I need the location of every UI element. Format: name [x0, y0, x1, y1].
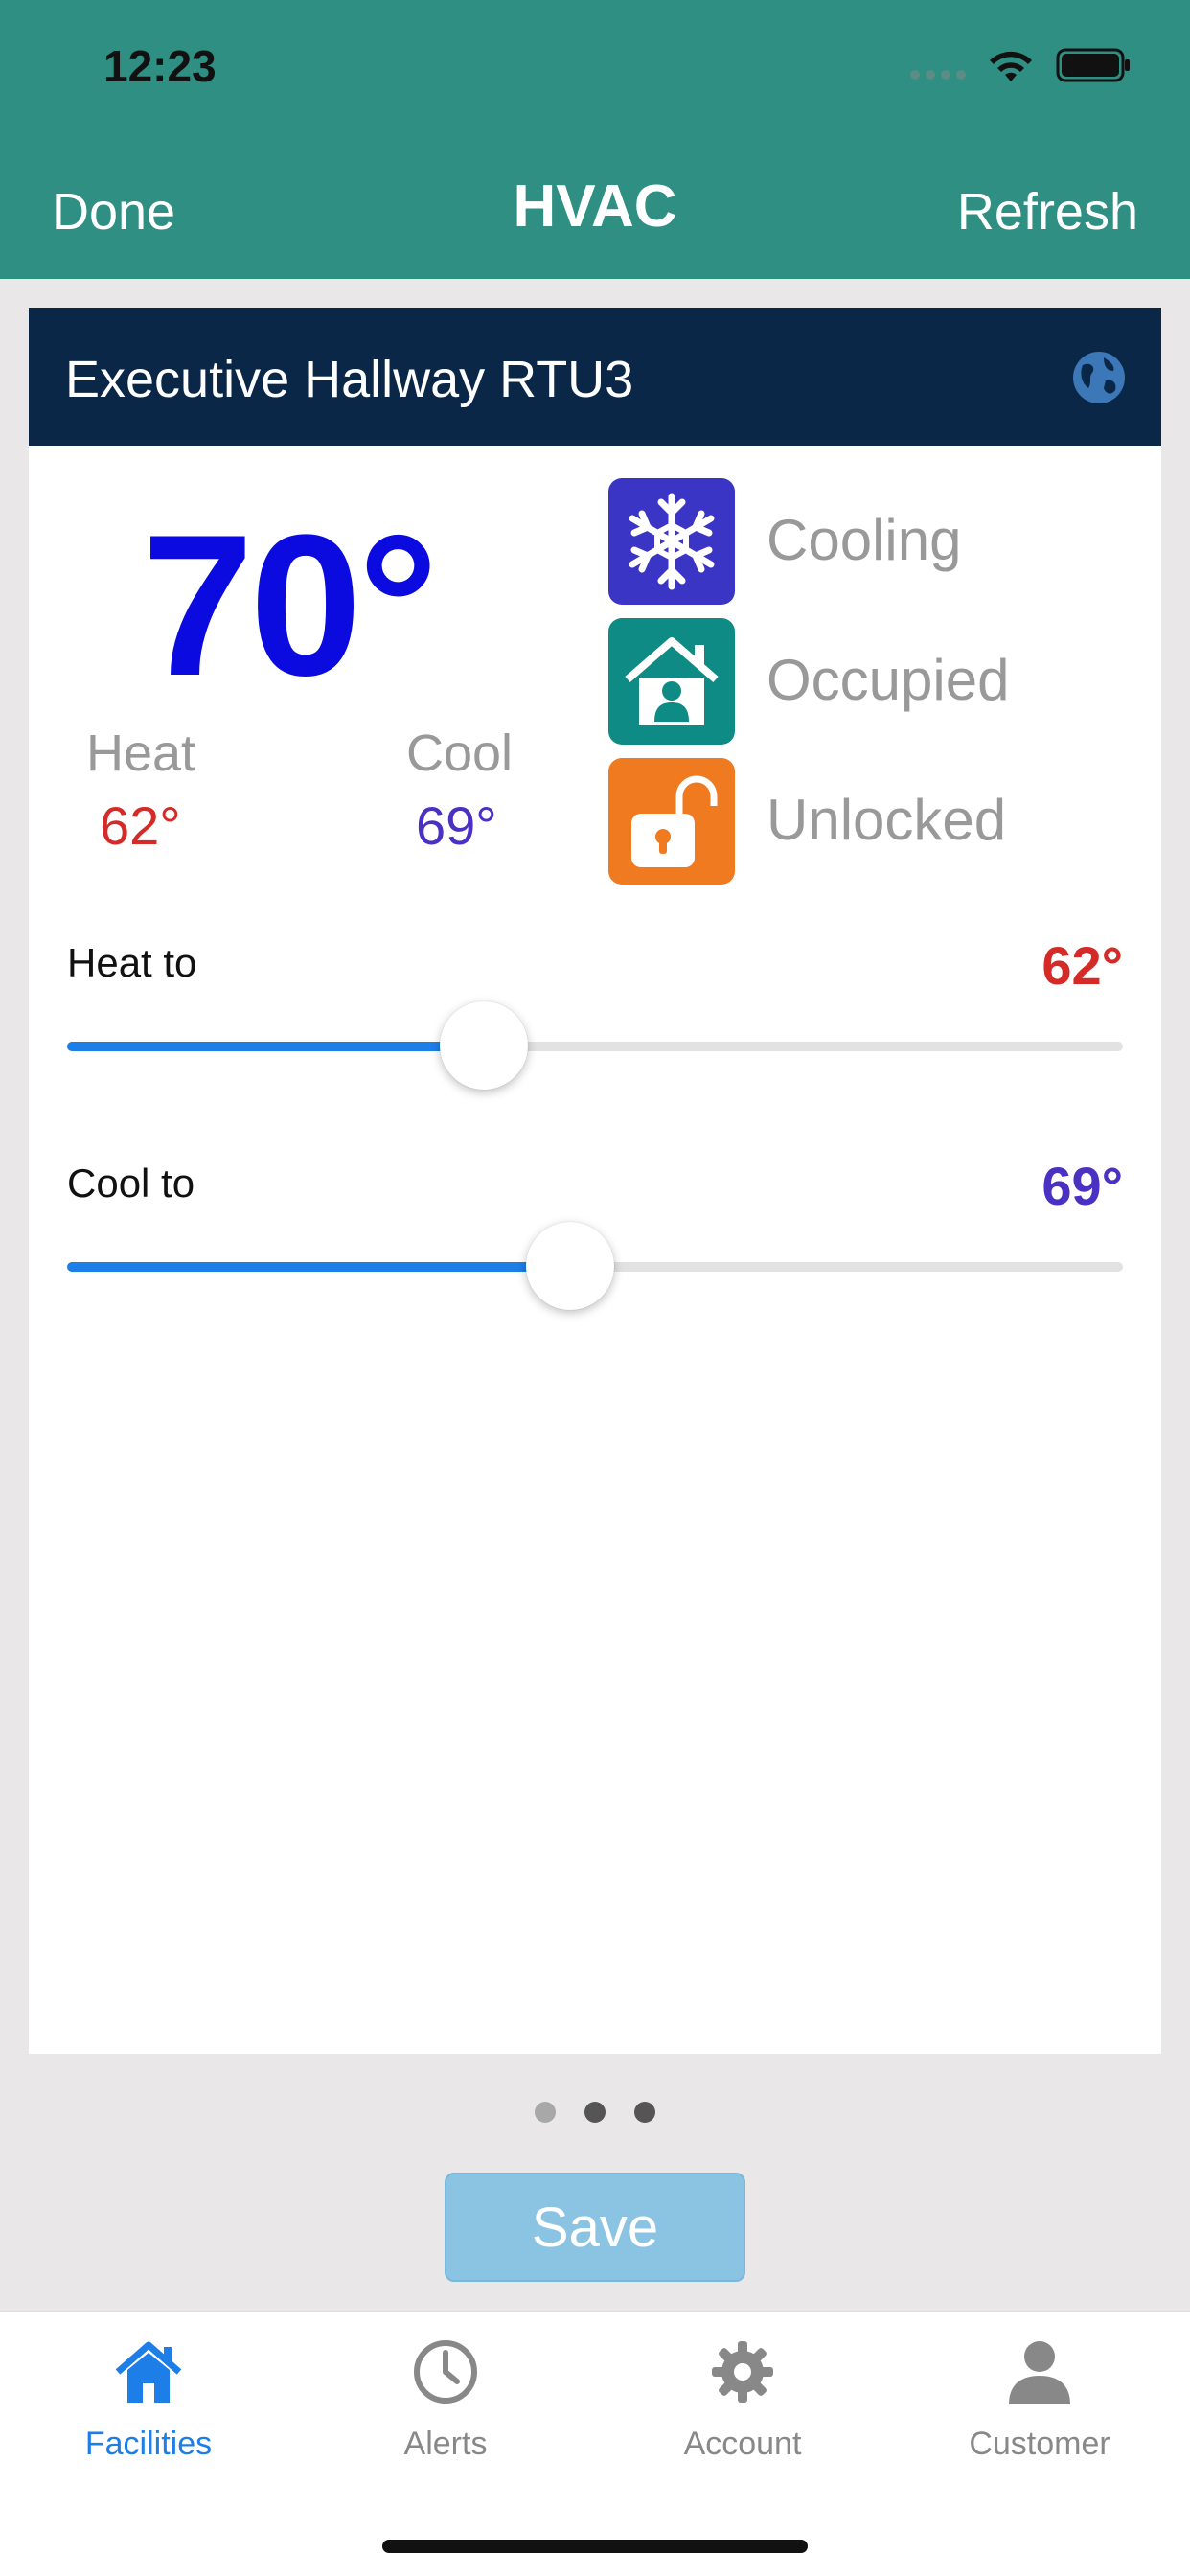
home-indicator[interactable] [382, 2540, 808, 2553]
tab-customer-label: Customer [969, 2426, 1110, 2462]
refresh-button[interactable]: Refresh [957, 182, 1138, 242]
cool-label: Cool [406, 724, 514, 782]
tab-facilities[interactable]: Facilities [0, 2312, 297, 2504]
cool-slider-fill [67, 1262, 570, 1272]
wifi-icon [990, 51, 1032, 81]
gear-icon [712, 2341, 773, 2403]
unlocked-padlock-icon [608, 758, 735, 885]
cool-setpoint: 69° [416, 795, 497, 856]
battery-icon [1056, 48, 1130, 82]
page-indicator[interactable] [0, 2102, 1190, 2123]
tab-facilities-label: Facilities [84, 2426, 213, 2462]
page-dot[interactable] [584, 2102, 606, 2123]
snowflake-icon [608, 478, 735, 605]
status-occupied-label: Occupied [767, 648, 1010, 712]
unit-name: Executive Hallway RTU3 [65, 351, 634, 408]
cellular-signal-icon [910, 51, 966, 80]
cool-slider-thumb[interactable] [526, 1222, 614, 1310]
heat-slider-thumb[interactable] [440, 1001, 528, 1090]
cool-slider[interactable] [67, 1222, 1123, 1310]
house-person-icon [608, 618, 735, 745]
tab-alerts[interactable]: Alerts [297, 2312, 594, 2504]
page-dot[interactable] [634, 2102, 655, 2123]
tab-customer[interactable]: Customer [891, 2312, 1188, 2504]
current-temperature: 70° [142, 493, 439, 718]
card-header: Executive Hallway RTU3 [29, 308, 1161, 446]
cool-slider-label: Cool to [67, 1161, 195, 1206]
person-icon [1009, 2341, 1070, 2404]
top-bar: 12:23 Done HVAC Refresh [0, 0, 1190, 279]
heat-slider-label: Heat to [67, 940, 197, 985]
hvac-card: Executive Hallway RTU3 70° Heat 62° Cool… [29, 308, 1161, 2054]
save-button[interactable]: Save [445, 2173, 745, 2282]
tab-bar: Facilities Alerts Account Customer [0, 2311, 1190, 2576]
status-indicators [910, 46, 1133, 84]
status-cooling-label: Cooling [767, 508, 962, 572]
status-time: 12:23 [103, 41, 217, 91]
globe-icon[interactable] [1071, 350, 1127, 405]
heat-label: Heat [86, 724, 196, 782]
cool-slider-value: 69° [1041, 1156, 1123, 1216]
heat-slider-fill [67, 1042, 484, 1051]
tab-account-label: Account [683, 2426, 802, 2462]
heat-slider[interactable] [67, 1001, 1123, 1090]
status-cooling: Cooling [608, 478, 1145, 607]
status-unlocked-label: Unlocked [767, 788, 1007, 852]
heat-slider-value: 62° [1041, 935, 1123, 996]
home-icon [115, 2341, 182, 2403]
page-dot[interactable] [535, 2102, 556, 2123]
tab-account[interactable]: Account [594, 2312, 891, 2504]
status-occupied: Occupied [608, 618, 1145, 747]
clock-icon [414, 2340, 477, 2404]
status-unlocked: Unlocked [608, 758, 1145, 886]
heat-setpoint: 62° [100, 795, 181, 856]
tab-alerts-label: Alerts [403, 2426, 488, 2462]
